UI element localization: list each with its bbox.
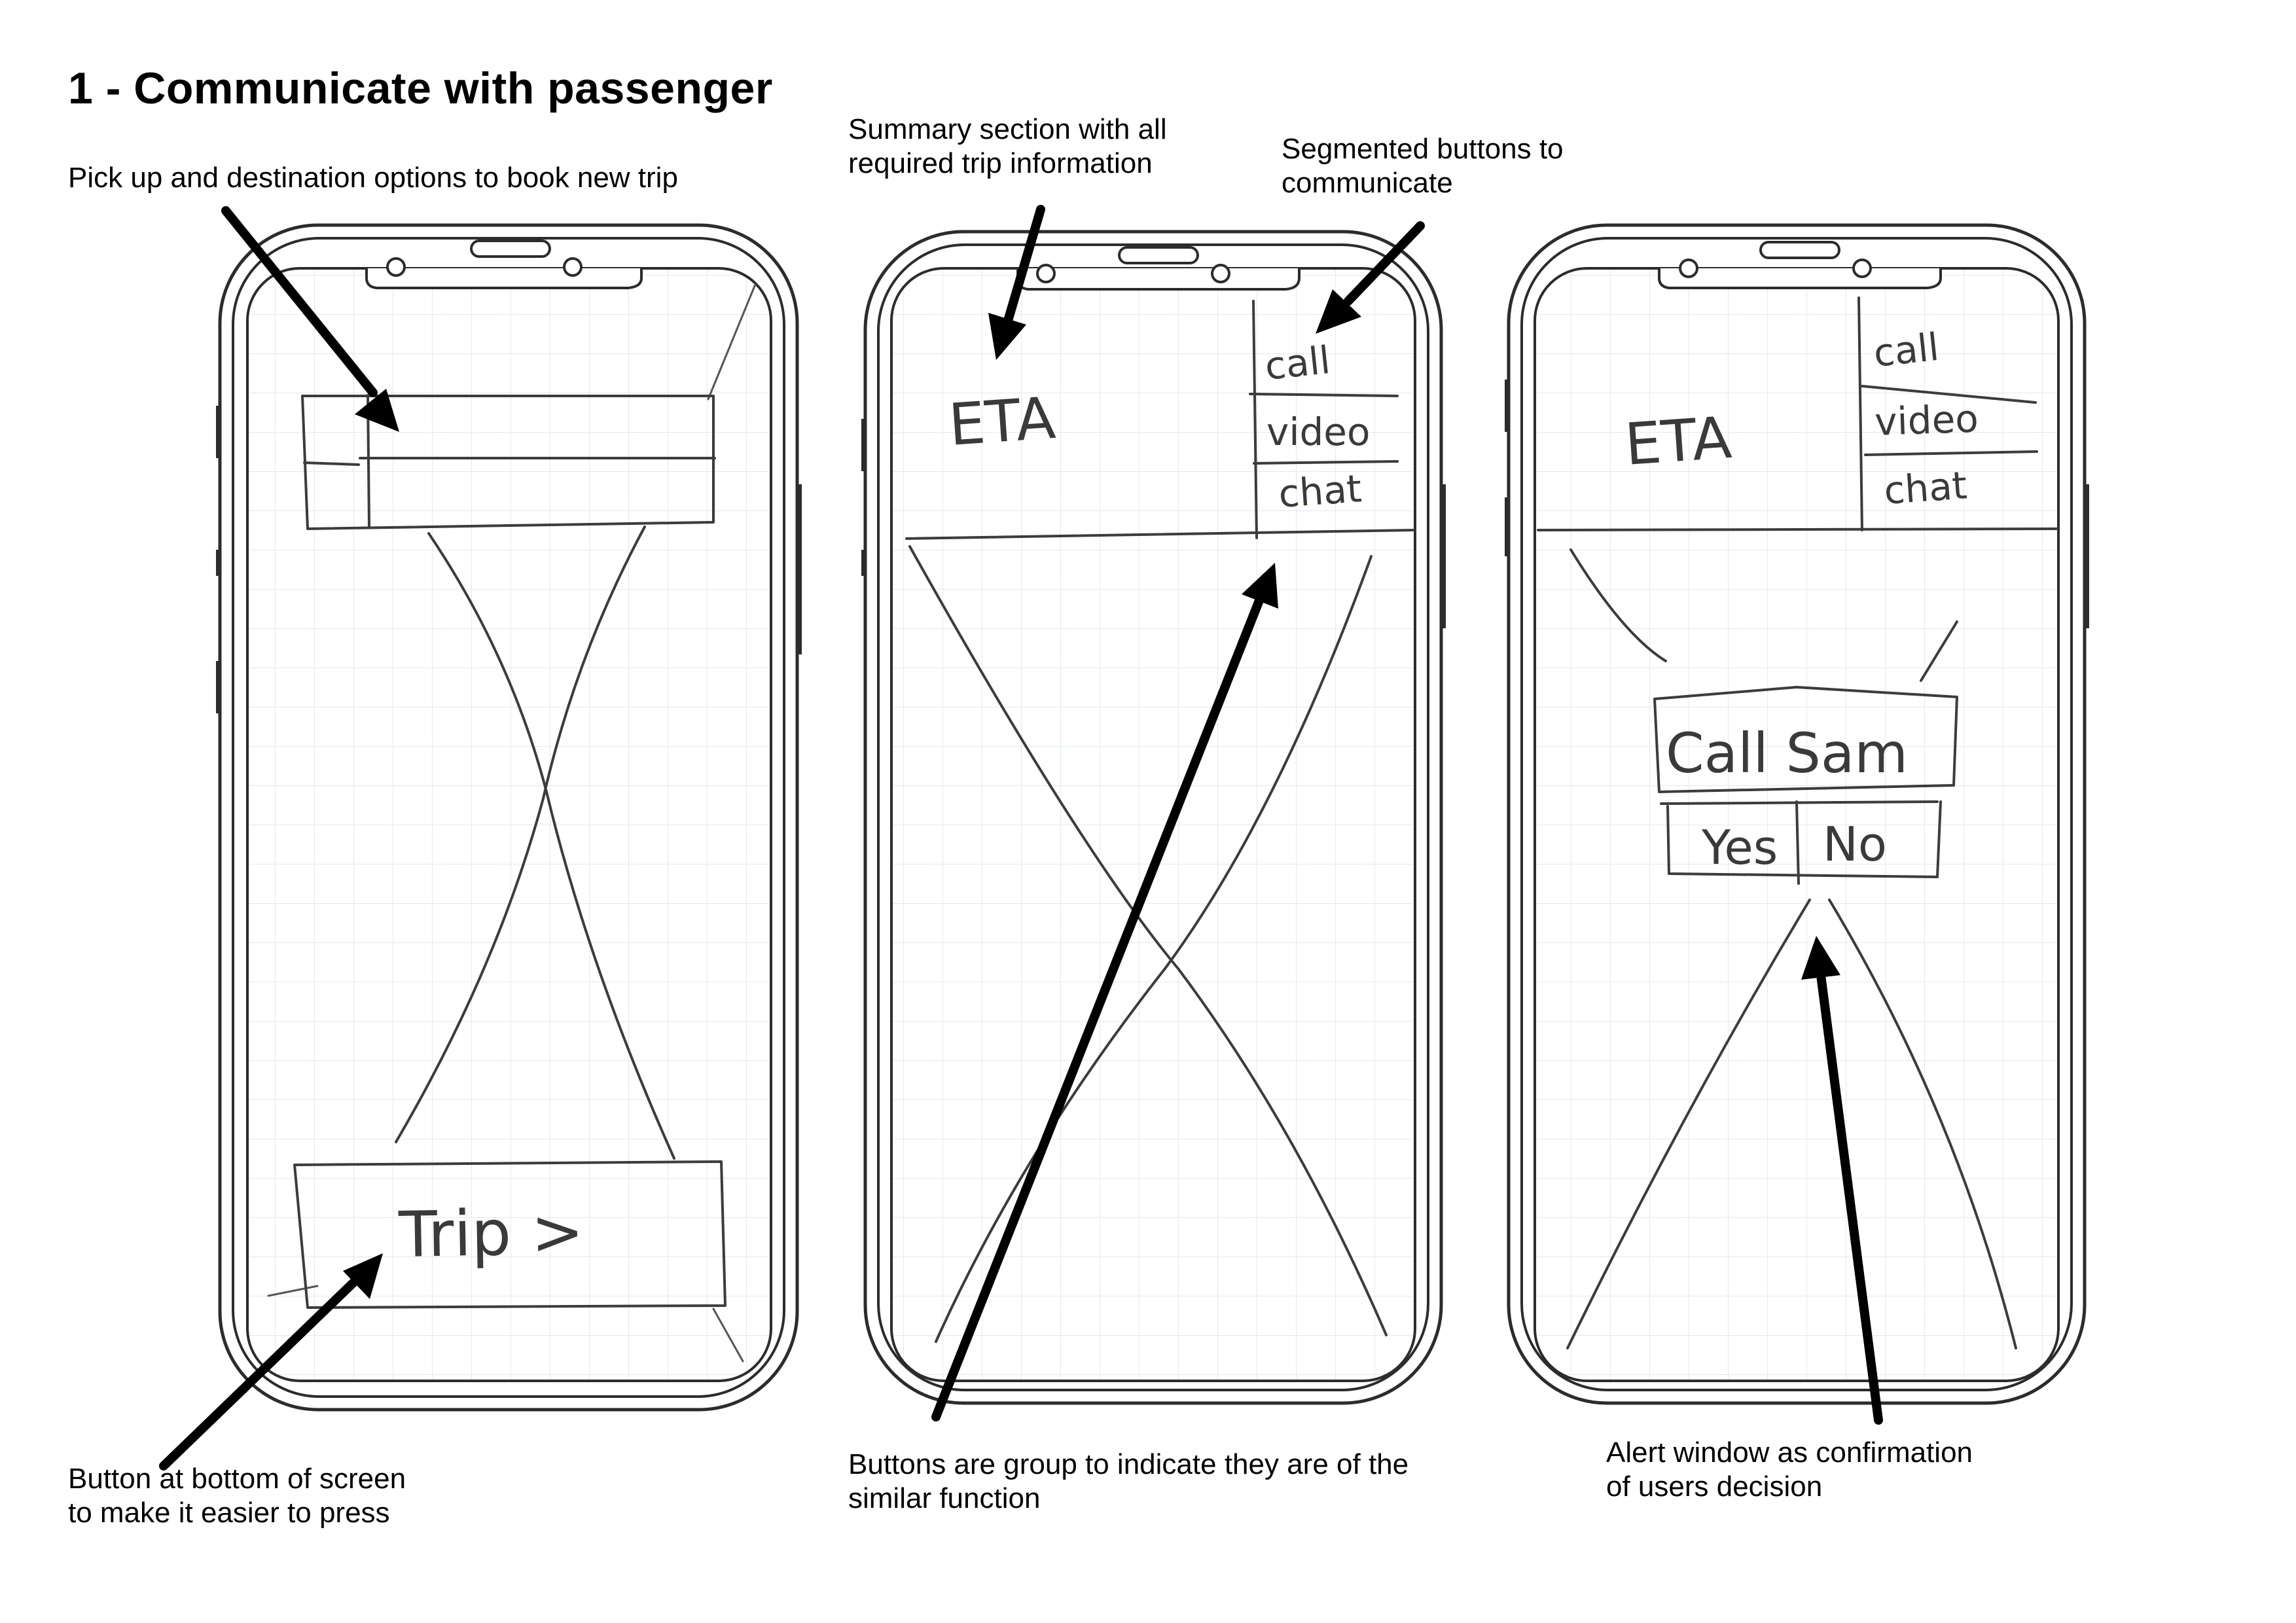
annotation-line: Button at bottom of screen (68, 1463, 406, 1495)
camera-dot-icon (1679, 259, 1698, 278)
speaker-icon (1759, 241, 1840, 259)
annotation-line: communicate (1282, 167, 1453, 199)
annotation-segmented: Segmented buttons to communicate (1282, 132, 1564, 200)
wireframe-sketch: Trip > ETA call video chat ETA call vide… (159, 205, 2089, 1471)
camera-dot-icon (386, 257, 406, 277)
annotation-line: required trip information (848, 147, 1153, 179)
annotation-line: Segmented buttons to (1282, 133, 1564, 165)
annotation-line: of users decision (1606, 1471, 1823, 1503)
segment-call-3[interactable]: call (1871, 325, 1941, 376)
segment-video-3[interactable]: video (1874, 397, 1979, 444)
eta-label-3: ETA (1623, 404, 1734, 478)
annotation-line: Pick up and destination options to book … (68, 162, 678, 194)
page-title: 1 - Communicate with passenger (68, 63, 773, 113)
annotation-alert: Alert window as confirmation of users de… (1606, 1436, 1973, 1504)
annotation-line: Buttons are group to indicate they are o… (848, 1448, 1409, 1480)
eta-label-2: ETA (946, 384, 1058, 459)
annotation-pickup: Pick up and destination options to book … (68, 161, 678, 195)
alert-yes-button[interactable]: Yes (1701, 820, 1778, 875)
alert-title: Call Sam (1666, 721, 1908, 785)
annotation-summary: Summary section with all required trip i… (848, 113, 1167, 181)
camera-dot-icon (1211, 264, 1230, 283)
annotation-line: Summary section with all (848, 113, 1167, 145)
speaker-icon (470, 240, 551, 258)
camera-dot-icon (1036, 264, 1056, 283)
segment-chat-2[interactable]: chat (1277, 466, 1363, 516)
annotation-line: similar function (848, 1482, 1041, 1514)
camera-dot-icon (1852, 259, 1872, 278)
speaker-icon (1118, 246, 1199, 264)
annotation-bottom-button: Button at bottom of screen to make it ea… (68, 1462, 406, 1530)
annotation-line: to make it easier to press (68, 1497, 390, 1529)
segment-call-2[interactable]: call (1263, 338, 1332, 389)
camera-dot-icon (563, 257, 583, 277)
segment-chat-3[interactable]: chat (1882, 463, 1968, 513)
trip-button-label[interactable]: Trip > (397, 1195, 584, 1272)
annotation-line: Alert window as confirmation (1606, 1436, 1973, 1469)
segment-video-2[interactable]: video (1266, 410, 1370, 454)
notch-2 (1016, 268, 1300, 291)
annotation-grouped: Buttons are group to indicate they are o… (848, 1448, 1408, 1516)
notch-1 (365, 268, 643, 289)
notch-3 (1658, 268, 1942, 289)
alert-no-button[interactable]: No (1823, 817, 1887, 872)
